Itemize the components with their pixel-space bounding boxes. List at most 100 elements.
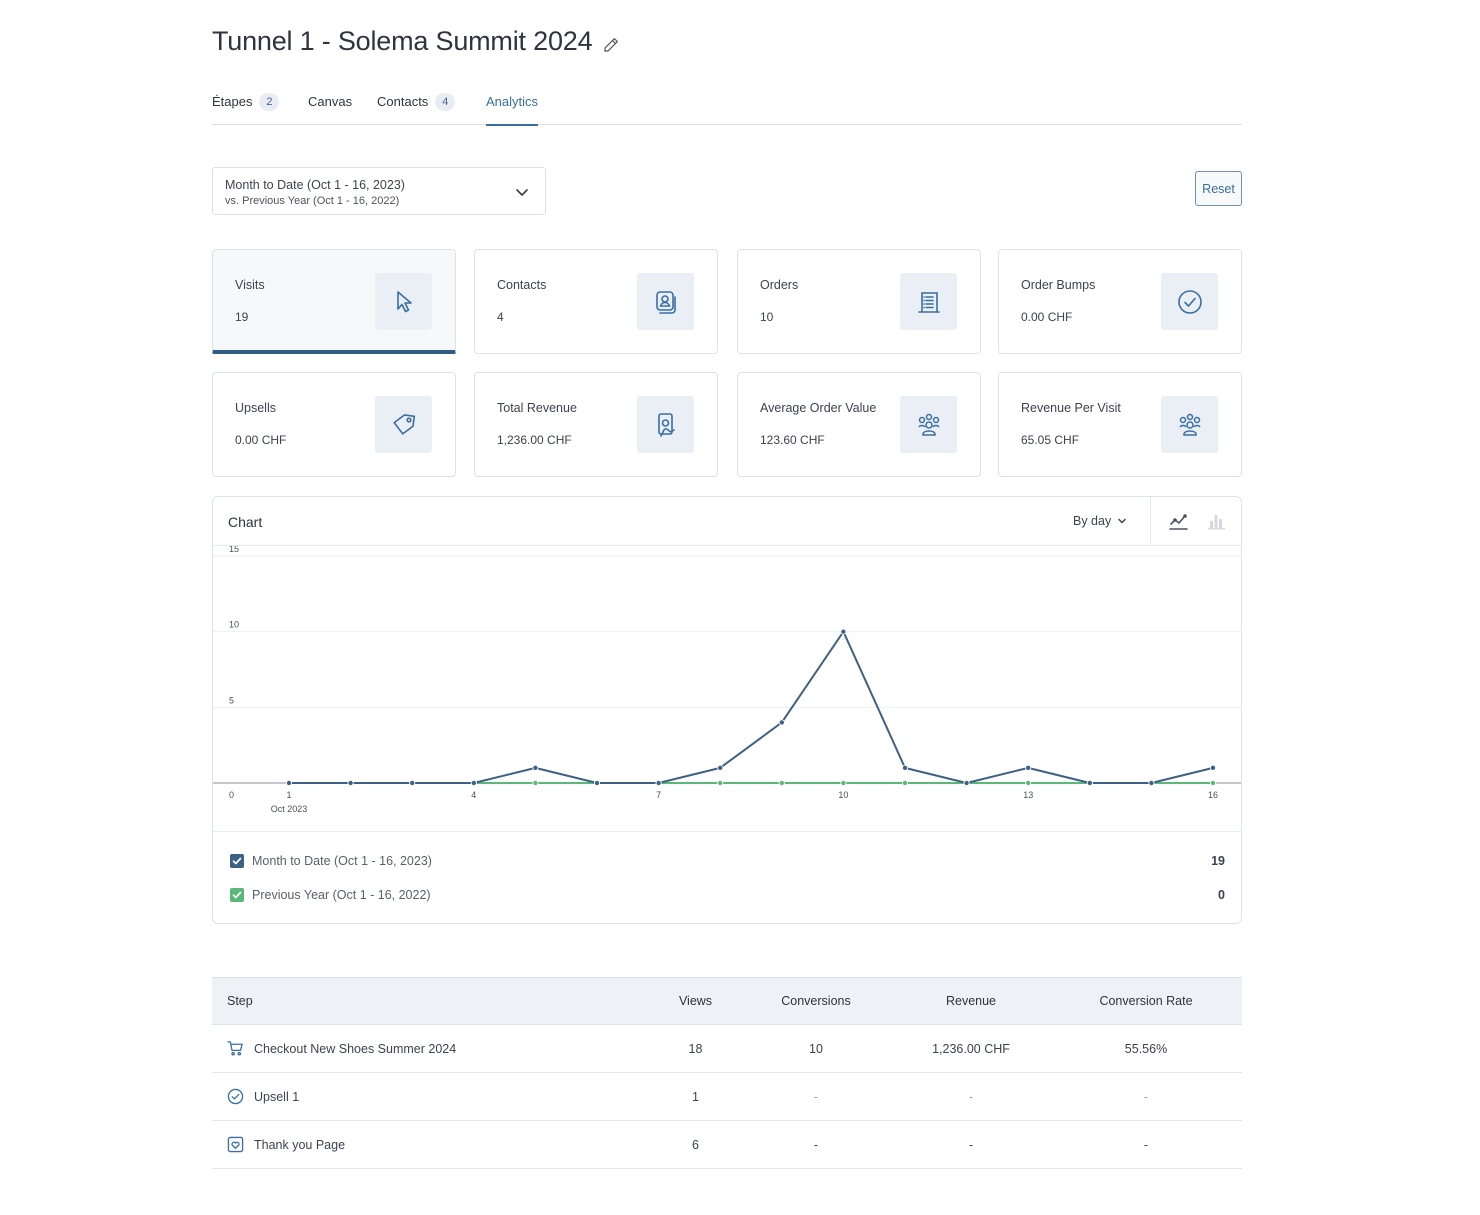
- data-point-current: [1210, 764, 1217, 771]
- metric-value: 123.60 CHF: [760, 433, 825, 447]
- metric-label: Orders: [760, 278, 799, 292]
- step-name: Thank you Page: [254, 1137, 346, 1152]
- legend-total: 0: [1218, 888, 1225, 902]
- cell-views: 18: [688, 1041, 703, 1056]
- cell-revenue: 1,236.00 CHF: [932, 1041, 1010, 1056]
- data-point-current: [1148, 779, 1155, 786]
- data-point-current: [655, 779, 662, 786]
- cell-views: 1: [692, 1089, 699, 1104]
- cell-conversion-rate: -: [1143, 1137, 1149, 1152]
- metric-card-contacts[interactable]: Contacts 4: [474, 249, 718, 354]
- tab-analytics[interactable]: Analytics: [486, 84, 539, 126]
- data-point-current: [902, 764, 909, 771]
- step-name: Checkout New Shoes Summer 2024: [254, 1041, 457, 1056]
- cell-conversion-rate: 55.56%: [1124, 1041, 1168, 1056]
- cursor-icon: [396, 290, 412, 312]
- date-range-label: Month to Date (Oct 1 - 16, 2023): [225, 178, 405, 192]
- table-row[interactable]: Upsell 1 1 - - -: [212, 1073, 1242, 1121]
- metric-icon-box: [1161, 273, 1218, 330]
- tab-label: Étapes: [212, 94, 253, 109]
- metric-card-order-bumps[interactable]: Order Bumps 0.00 CHF: [998, 249, 1242, 354]
- bar-chart-icon[interactable]: [1205, 510, 1227, 532]
- metric-icon-box: [900, 396, 957, 453]
- legend-checkbox-previous[interactable]: [230, 888, 244, 902]
- tab-count-badge: 4: [435, 92, 456, 111]
- legend-label: Month to Date (Oct 1 - 16, 2023): [252, 854, 432, 868]
- pencil-icon[interactable]: [602, 36, 620, 54]
- chart-title: Chart: [228, 514, 263, 530]
- metric-icon-box: [637, 396, 694, 453]
- receipt-icon: [917, 291, 940, 313]
- metric-label: Upsells: [235, 401, 276, 415]
- tab-contacts[interactable]: Contacts 4: [377, 84, 456, 125]
- data-point-current: [1025, 764, 1032, 771]
- x-tick-label: 4: [471, 790, 476, 800]
- x-tick-label: 7: [656, 790, 661, 800]
- metric-card-average-order-value[interactable]: Average Order Value 123.60 CHF: [737, 372, 981, 477]
- metric-value: 0.00 CHF: [235, 433, 287, 447]
- y-tick-label: 0: [229, 790, 234, 800]
- legend-label: Previous Year (Oct 1 - 16, 2022): [252, 888, 431, 902]
- legend-divider: [213, 831, 1241, 832]
- legend-item-current: Month to Date (Oct 1 - 16, 2023) 19: [230, 851, 1225, 871]
- table-row[interactable]: Checkout New Shoes Summer 2024 18 10 1,2…: [212, 1025, 1242, 1073]
- cell-conversions: 10: [809, 1041, 823, 1056]
- chart-panel: Chart By day 0 5 10 15 1 4 7 10 13 16 Oct 2023 Mon…: [212, 496, 1242, 924]
- metric-icon-box: [375, 273, 432, 330]
- line-chart-icon[interactable]: [1167, 510, 1189, 532]
- metric-label: Visits: [235, 278, 265, 292]
- data-point-previous: [717, 779, 724, 786]
- tab-count-badge: 2: [259, 92, 280, 111]
- tab-label: Analytics: [486, 94, 539, 109]
- tag-icon: [392, 413, 415, 435]
- cell-conversions: -: [813, 1089, 819, 1104]
- steps-table: Step Views Conversions Revenue Conversio…: [212, 977, 1242, 1169]
- metric-value: 19: [235, 310, 249, 324]
- chevron-down-icon: [1118, 518, 1126, 524]
- cell-revenue: -: [968, 1137, 974, 1152]
- header-step: Step: [227, 994, 253, 1008]
- metric-label: Order Bumps: [1021, 278, 1096, 292]
- data-point-current: [470, 779, 477, 786]
- data-point-current: [778, 719, 785, 726]
- metric-card-visits[interactable]: Visits 19: [212, 249, 456, 354]
- tab-etapes[interactable]: Étapes 2: [212, 84, 280, 125]
- table-row[interactable]: Thank you Page 6 - - -: [212, 1121, 1242, 1169]
- x-tick-label: 10: [838, 790, 848, 800]
- data-point-previous: [1025, 779, 1032, 786]
- metric-icon-box: [1161, 396, 1218, 453]
- legend-total: 19: [1211, 854, 1225, 868]
- y-tick-label: 10: [229, 620, 239, 630]
- reset-button[interactable]: Reset: [1195, 171, 1242, 206]
- step-name: Upsell 1: [254, 1089, 300, 1104]
- metric-card-orders[interactable]: Orders 10: [737, 249, 981, 354]
- header-conversion-rate: Conversion Rate: [1099, 994, 1193, 1008]
- metric-value: 10: [760, 310, 774, 324]
- date-range-select[interactable]: Month to Date (Oct 1 - 16, 2023) vs. Pre…: [212, 167, 546, 215]
- y-tick-label: 15: [229, 546, 239, 554]
- comparison-label: vs. Previous Year (Oct 1 - 16, 2022): [225, 195, 400, 207]
- group-icon: [917, 413, 940, 436]
- tab-canvas[interactable]: Canvas: [308, 84, 352, 125]
- metric-label: Revenue Per Visit: [1021, 401, 1121, 415]
- metric-card-upsells[interactable]: Upsells 0.00 CHF: [212, 372, 456, 477]
- header-revenue: Revenue: [945, 994, 997, 1008]
- table-header: Step Views Conversions Revenue Conversio…: [212, 977, 1242, 1025]
- cell-conversions: -: [813, 1137, 819, 1152]
- metric-label: Average Order Value: [760, 401, 877, 415]
- chevron-down-icon: [516, 189, 528, 196]
- metric-card-revenue-per-visit[interactable]: Revenue Per Visit 65.05 CHF: [998, 372, 1242, 477]
- checkmark-icon: [232, 857, 242, 865]
- check-circle-icon: [227, 1088, 244, 1105]
- page-title: Tunnel 1 - Solema Summit 2024: [212, 26, 593, 56]
- data-point-current: [1086, 779, 1093, 786]
- metric-value: 1,236.00 CHF: [497, 433, 572, 447]
- x-tick-label: 13: [1023, 790, 1033, 800]
- legend-checkbox-current[interactable]: [230, 854, 244, 868]
- data-point-current: [717, 764, 724, 771]
- y-tick-label: 5: [229, 695, 234, 705]
- metric-card-total-revenue[interactable]: Total Revenue 1,236.00 CHF: [474, 372, 718, 477]
- data-point-current: [347, 779, 354, 786]
- data-point-previous: [1210, 779, 1217, 786]
- interval-select[interactable]: By day: [1073, 514, 1127, 528]
